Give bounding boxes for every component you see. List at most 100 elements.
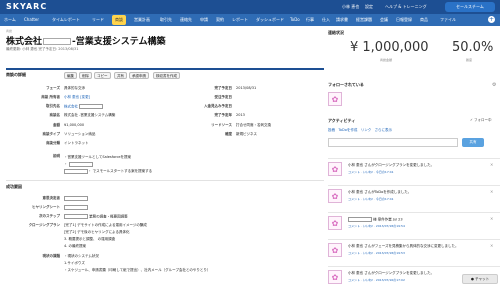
user-avatar[interactable]: ✿ xyxy=(328,189,342,203)
edit-button[interactable]: 編集 xyxy=(64,72,77,79)
activity-tabs: 投稿 ToDoを作成 リンク さらに表示 xyxy=(328,128,392,133)
tab-post[interactable]: 投稿 xyxy=(328,128,335,132)
field-label: 次のステップ xyxy=(39,214,60,218)
feed-text: 様 案件作業 Jul 23 xyxy=(348,217,403,223)
user-avatar[interactable]: ✿ xyxy=(328,162,342,176)
copy-button[interactable]: コピー xyxy=(94,72,111,79)
field-value: 1.サイボウズ xyxy=(64,261,85,265)
title-suffix: -営業支援システム構築 xyxy=(72,37,166,47)
tab-opportunity[interactable]: 商談 xyxy=(112,15,126,25)
feed-divider xyxy=(328,158,500,159)
description-line: ・ でスモールスタートする案を提案する xyxy=(64,168,152,175)
redacted-box xyxy=(68,161,93,167)
chat-icon: ● xyxy=(470,277,474,281)
app-logo: SKYARC xyxy=(6,2,48,11)
share-button[interactable]: 共有 xyxy=(114,72,127,79)
tab-chatter[interactable]: Chatter xyxy=(24,17,39,22)
tab-sales-plan[interactable]: 営業計画 xyxy=(134,17,150,23)
tab-meeting[interactable]: 会議 xyxy=(380,17,388,23)
feed-meta[interactable]: コメント · いいね! · 2013/07/18の19:53 xyxy=(348,251,405,255)
field-value: 具体的な交渉 xyxy=(64,86,85,90)
feed-text: 小林 恵也 さんがクロージングプランを変更しました。 xyxy=(348,271,435,275)
tab-product[interactable]: 商品 xyxy=(420,17,428,23)
feed-divider xyxy=(328,212,500,213)
feed-meta[interactable]: コメント · いいね! · 2013/07/18の19:54 xyxy=(348,224,405,228)
redacted-box xyxy=(43,38,72,45)
description-label: 説明 xyxy=(53,154,60,158)
tab-daily-report[interactable]: 日報登録 xyxy=(396,17,412,23)
account-link[interactable]: 株式会社 xyxy=(64,104,104,110)
tab-report[interactable]: レポート xyxy=(232,17,248,23)
field-value: 2013 xyxy=(236,113,245,117)
user-avatar[interactable]: ✿ xyxy=(328,270,342,284)
close-icon[interactable]: ✕ xyxy=(490,162,493,167)
tab-purchase[interactable]: 仕入 xyxy=(322,17,330,23)
owner-link[interactable]: 小林 恵也 [変更] xyxy=(64,95,90,100)
tab-contact[interactable]: 連絡先 xyxy=(180,17,192,23)
field-label: 意思決定者 xyxy=(42,196,61,200)
field-value: 株式会社 -営業支援システム構築 xyxy=(64,113,116,117)
user-avatar[interactable]: ✿ xyxy=(328,243,342,257)
field-label: 入金見込み予定日 xyxy=(204,104,232,108)
help-link[interactable]: ヘルプ & トレーニング xyxy=(385,4,427,10)
field-value: イントラネット xyxy=(64,141,89,145)
tab-todo-create[interactable]: ToDo xyxy=(338,128,347,132)
tab-todo[interactable]: ToDo xyxy=(290,17,300,22)
field-value: ・現状のシステム状況 xyxy=(64,254,99,258)
feed-meta[interactable]: コメント · いいね! · 今日の17:41 xyxy=(348,197,394,201)
app-switcher[interactable]: セールスチーム xyxy=(445,2,495,12)
gear-icon[interactable]: ⚙ xyxy=(492,82,496,88)
feed-item: ✿ 小林 恵也 さんがフェーズを見積集から具体的な交渉に変更しました。 コメント… xyxy=(328,241,500,269)
field-label: 商談分類 xyxy=(46,141,60,145)
field-value: 打合せ同席・名刺交換 xyxy=(236,123,271,127)
followers-header: フォローされている xyxy=(328,82,364,87)
share-post-button[interactable]: 共有 xyxy=(462,138,484,147)
field-value: 3. 概要提示と調整、 の運用調査 xyxy=(64,237,116,241)
top-bar: SKYARC 小林 恵也 設定 ヘルプ & トレーニング セールスチーム xyxy=(0,0,500,14)
tab-more[interactable]: さらに表示 xyxy=(375,128,393,132)
probability-stat-label: 確度 xyxy=(466,58,473,62)
description-line: ・営業支援ツールとしてSalesforceを提案 xyxy=(64,155,132,159)
tab-lead[interactable]: リード xyxy=(92,17,104,23)
tab-account[interactable]: 取引先 xyxy=(160,17,172,23)
stats-header: 連結状況 xyxy=(328,30,344,35)
tab-home[interactable]: ホーム xyxy=(4,17,16,23)
feed-meta[interactable]: コメント · いいね! · 今日の17:41 xyxy=(348,170,394,174)
add-tab-icon[interactable]: + xyxy=(488,16,495,23)
tab-request[interactable]: 申請 xyxy=(200,17,208,23)
feed-meta[interactable]: コメント · いいね! · 2013/07/16の17:02 xyxy=(348,278,405,282)
feed-text: 小林 恵也 さんがクロージングプランを変更しました。 xyxy=(348,163,435,167)
close-icon[interactable]: ✕ xyxy=(490,216,493,221)
user-menu[interactable]: 小林 恵也 xyxy=(342,4,359,10)
chat-button[interactable]: ● チャット xyxy=(462,274,498,284)
close-icon[interactable]: ✕ xyxy=(490,243,493,248)
field-value: 新規ビジネス xyxy=(236,132,257,136)
tab-contract[interactable]: 契約 xyxy=(216,17,224,23)
delete-button[interactable]: 削除 xyxy=(79,72,92,79)
page-title: 株式会社 -営業支援システム構築 xyxy=(6,34,165,47)
tab-dashboard[interactable]: ダッシュボード xyxy=(256,17,284,23)
close-icon[interactable]: ✕ xyxy=(490,189,493,194)
feed-text: 小林 恵也 さんがフェーズを見積集から具体的な交渉に変更しました。 xyxy=(348,244,459,248)
breadcrumb[interactable]: 商談 xyxy=(6,29,12,33)
field-value: 2013/08/31 xyxy=(236,86,257,90)
tab-event[interactable]: 行事 xyxy=(306,17,314,23)
follower-avatar[interactable]: ✿ xyxy=(328,92,342,106)
redacted-box xyxy=(64,205,88,210)
tab-link[interactable]: リンク xyxy=(361,128,372,132)
tab-issue[interactable]: 経営課題 xyxy=(356,17,372,23)
create-inspection-button[interactable]: 検収書を作成 xyxy=(153,72,180,79)
approval-button[interactable]: 承認申請 xyxy=(129,72,149,79)
tab-timereport[interactable]: タイムレポート xyxy=(52,17,80,23)
user-avatar[interactable]: ✿ xyxy=(328,216,342,230)
tab-invoice[interactable]: 請求書 xyxy=(336,17,348,23)
feed-item: ✿ 小林 恵也 さんがToDoを作成しました。 コメント · いいね! · 今日… xyxy=(328,187,500,215)
setup-link[interactable]: 設定 xyxy=(365,4,373,10)
probability-stat: 50.0% xyxy=(452,40,494,55)
follow-toggle[interactable]: ✓ フォロー中 xyxy=(470,118,492,123)
amount-stat: ¥ 1,000,000 xyxy=(350,40,429,55)
feed-item: ✿ 様 案件作業 Jul 23 コメント · いいね! · 2013/07/18… xyxy=(328,214,500,242)
tab-file[interactable]: ファイル xyxy=(440,17,456,23)
tab-create-suffix: を作成 xyxy=(346,128,358,132)
post-input[interactable] xyxy=(328,138,458,147)
